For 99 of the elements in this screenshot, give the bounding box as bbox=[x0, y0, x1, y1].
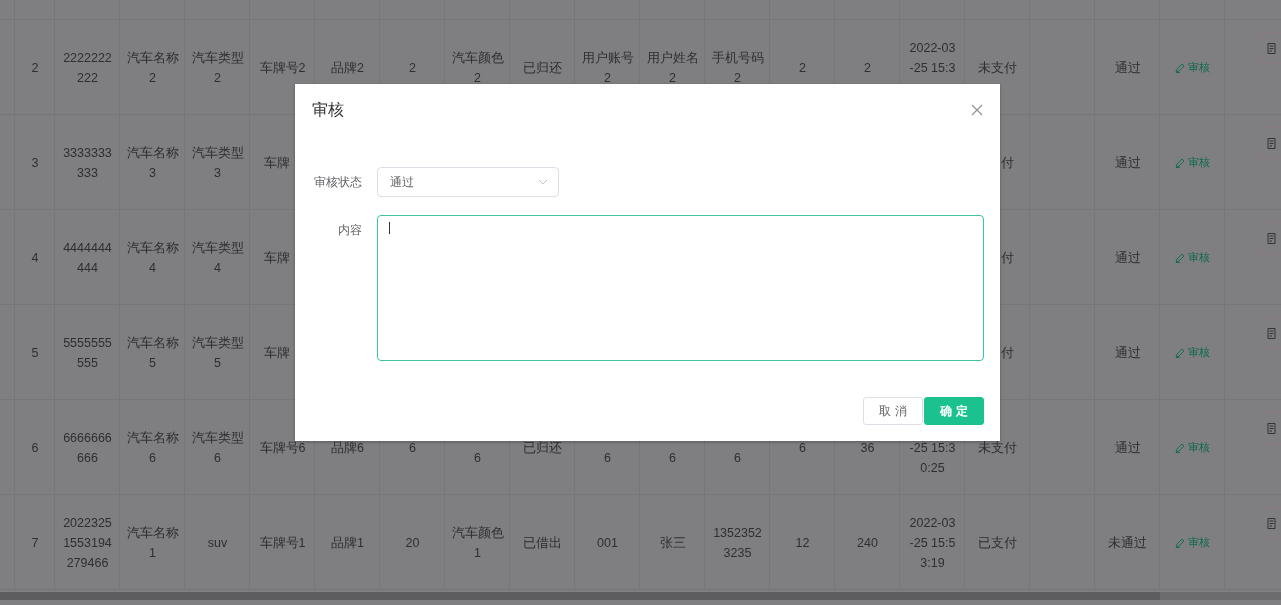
document-icon bbox=[1267, 232, 1276, 244]
table-cell-text: 车牌 bbox=[264, 154, 290, 172]
close-button[interactable] bbox=[971, 104, 983, 116]
table-cell-text: 2022-03 -25 15:3 bbox=[909, 39, 956, 77]
table-cell-text: 汽车名称 6 bbox=[126, 429, 179, 467]
table-cell-text: 2022325 1553194 279466 bbox=[63, 514, 112, 572]
table-cell-text: 6 bbox=[31, 439, 39, 457]
review-link[interactable]: 审核 bbox=[1175, 60, 1210, 75]
chevron-down-icon bbox=[538, 179, 548, 185]
table-cell-text: 通过 bbox=[1114, 59, 1141, 77]
pencil-icon bbox=[1175, 347, 1185, 358]
table-cell-text: 5555555 555 bbox=[63, 334, 112, 372]
table-cell-text: 车牌号1 bbox=[259, 534, 306, 552]
document-icon bbox=[1267, 517, 1276, 529]
review-link[interactable]: 审核 bbox=[1175, 250, 1210, 265]
table-cell-text: 未通过 bbox=[1108, 534, 1147, 552]
table-cell-text: 7 bbox=[31, 534, 39, 552]
table-cell-text: 2 bbox=[864, 59, 871, 77]
review-link[interactable]: 审核 bbox=[1175, 440, 1210, 455]
pencil-icon bbox=[1175, 252, 1185, 263]
table-cell-text: 001 bbox=[597, 534, 618, 552]
review-link[interactable]: 审核 bbox=[1175, 345, 1210, 360]
table-cell-text: 已借出 bbox=[523, 534, 562, 552]
pencil-icon bbox=[1175, 537, 1185, 548]
table-cell-text: 5 bbox=[31, 344, 39, 362]
table-cell-text: 4 bbox=[31, 249, 39, 267]
table-cell-text: 4444444 444 bbox=[63, 239, 112, 277]
document-icon bbox=[1267, 327, 1276, 339]
document-icon bbox=[1267, 42, 1276, 54]
dialog-title: 审核 bbox=[312, 99, 344, 120]
table-cell-text: 3333333 333 bbox=[63, 144, 112, 182]
table-cell-text: 6 bbox=[669, 449, 676, 467]
document-icon bbox=[1267, 137, 1276, 149]
table-cell-text: 通过 bbox=[1114, 249, 1141, 267]
table-cell-text: 手机号码 2 bbox=[711, 49, 764, 87]
review-link[interactable]: 审核 bbox=[1175, 155, 1210, 170]
table-cell-text: 车牌 bbox=[264, 249, 290, 267]
table-cell-text: 张三 bbox=[659, 534, 686, 552]
table-cell-text: 用户姓名 2 bbox=[646, 49, 699, 87]
table-cell-text: 6 bbox=[474, 449, 481, 467]
table-cell-text: 付 bbox=[1001, 344, 1014, 362]
table-cell-text: 6 bbox=[604, 449, 611, 467]
table-cell-text: 汽车名称 3 bbox=[126, 144, 179, 182]
table-cell-text: 汽车名称 5 bbox=[126, 334, 179, 372]
table-cell-text: 用户账号 2 bbox=[581, 49, 634, 87]
table-cell-text: 品牌6 bbox=[331, 439, 364, 457]
table-cell-text: 未支付 bbox=[978, 439, 1017, 457]
pencil-icon bbox=[1175, 442, 1185, 453]
table-cell-text: 已归还 bbox=[523, 59, 562, 77]
table-cell-text: suv bbox=[207, 534, 228, 552]
table-cell-text: 6 bbox=[734, 449, 741, 467]
field-label: 审核状态 bbox=[313, 174, 362, 191]
table-cell-text: 付 bbox=[1001, 249, 1014, 267]
table-cell-text: 240 bbox=[857, 534, 878, 552]
table-cell-text: 汽车名称 2 bbox=[126, 49, 179, 87]
table-cell-text: 汽车类型 4 bbox=[191, 239, 244, 277]
table-cell-text: 汽车名称 4 bbox=[126, 239, 179, 277]
pencil-icon bbox=[1175, 62, 1185, 73]
table-cell-text: 已支付 bbox=[978, 534, 1017, 552]
field-label: 内容 bbox=[336, 222, 362, 239]
table-cell-text: 车牌 bbox=[264, 344, 290, 362]
table-cell-text: 1352352 3235 bbox=[713, 524, 762, 562]
table-cell-text: 汽车颜色 1 bbox=[451, 524, 504, 562]
table-cell-text: 2222222 222 bbox=[63, 49, 112, 87]
table-cell-text: -25 15:3 0:25 bbox=[909, 439, 956, 477]
table-cell-text: 品牌2 bbox=[331, 59, 364, 77]
cancel-button[interactable]: 取消 bbox=[863, 397, 923, 425]
table-cell-text: 2022-03 -25 15:5 3:19 bbox=[909, 514, 956, 572]
table-cell-text: 通过 bbox=[1114, 439, 1141, 457]
table-cell-text: 36 bbox=[860, 439, 875, 457]
table-cell-text: 6666666 666 bbox=[63, 429, 112, 467]
table-cell-text: 汽车类型 2 bbox=[191, 49, 244, 87]
table-cell-text: 付 bbox=[1001, 154, 1014, 172]
review-link[interactable]: 审核 bbox=[1175, 535, 1210, 550]
table-cell-text: 20 bbox=[405, 534, 420, 552]
table-cell-text: 2 bbox=[409, 59, 416, 77]
table-cell-text: 汽车类型 3 bbox=[191, 144, 244, 182]
table-cell-text: 2 bbox=[31, 59, 39, 77]
table-cell-text: 车牌号6 bbox=[259, 439, 306, 457]
table-cell-text: 车牌号2 bbox=[259, 59, 306, 77]
table-cell-text: 品牌1 bbox=[331, 534, 364, 552]
status-select[interactable]: 通过 bbox=[377, 167, 559, 197]
table-cell-text: 汽车颜色 2 bbox=[451, 49, 504, 87]
table-cell-text: 12 bbox=[795, 534, 810, 552]
table-cell-text: 2 bbox=[799, 59, 806, 77]
document-icon bbox=[1267, 422, 1276, 434]
table-cell-text: 通过 bbox=[1114, 154, 1141, 172]
table-cell-text: 汽车类型 6 bbox=[191, 429, 244, 467]
table-cell-text: 3 bbox=[31, 154, 39, 172]
table-cell-text: 通过 bbox=[1114, 344, 1141, 362]
table-cell-text: 6 bbox=[799, 439, 806, 457]
text-caret bbox=[388, 222, 390, 234]
confirm-button[interactable]: 确定 bbox=[924, 397, 984, 425]
table-cell-text: 汽车名称 1 bbox=[126, 524, 179, 562]
table-cell-text: 未支付 bbox=[978, 59, 1017, 77]
pencil-icon bbox=[1175, 157, 1185, 168]
table-cell-text: 6 bbox=[409, 439, 416, 457]
table-cell-text: 汽车类型 5 bbox=[191, 334, 244, 372]
table-cell-text: 已归还 bbox=[523, 439, 562, 457]
